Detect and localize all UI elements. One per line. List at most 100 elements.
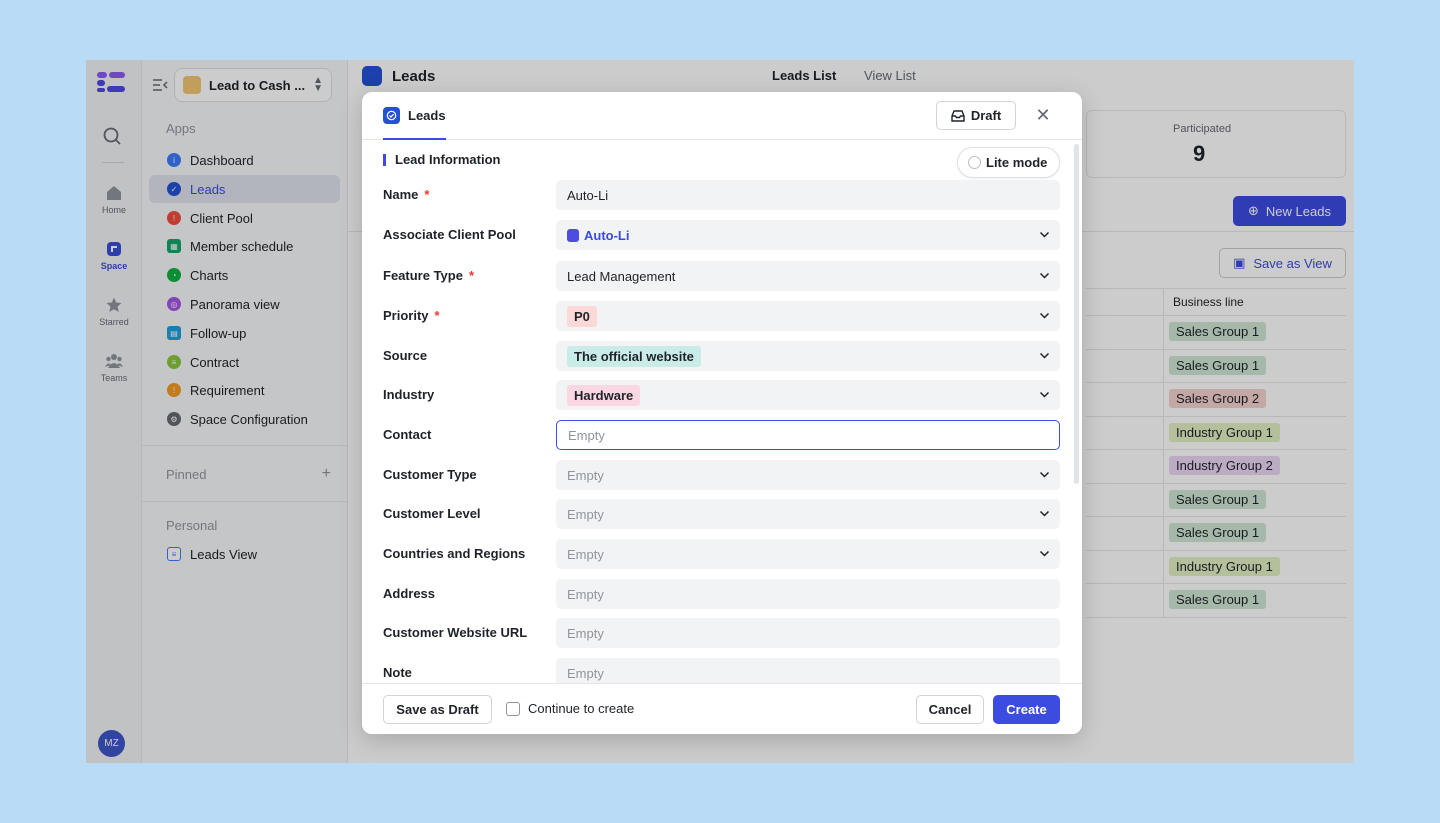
field-label: Customer Type: [383, 467, 477, 482]
field-customer-website-url: Customer Website URL Empty: [362, 618, 1082, 648]
chevron-down-icon: [1039, 510, 1050, 517]
placeholder: Empty: [567, 506, 604, 522]
field-label: Feature Type *: [383, 268, 474, 283]
field-note: Note Empty: [362, 658, 1082, 683]
modal-body: Lead Information Lite mode Name * Auto-Li A…: [362, 140, 1082, 683]
client-pool-link[interactable]: Auto-Li: [567, 228, 629, 243]
save-as-draft-button[interactable]: Save as Draft: [383, 695, 492, 724]
customer-type-input[interactable]: Empty: [556, 460, 1060, 490]
field-label: Name *: [383, 187, 429, 202]
chevron-down-icon: [1039, 352, 1050, 359]
scrollbar[interactable]: [1074, 144, 1079, 484]
field-label-text: Associate Client Pool: [383, 227, 516, 242]
field-label: Industry: [383, 387, 434, 402]
address-input[interactable]: Empty: [556, 579, 1060, 609]
field-label-text: Countries and Regions: [383, 546, 526, 561]
required-marker: *: [424, 187, 430, 202]
continue-to-create-option[interactable]: Continue to create: [506, 701, 634, 716]
industry-input[interactable]: Hardware: [556, 380, 1060, 410]
contact-input[interactable]: Empty: [556, 420, 1060, 450]
field-label: Countries and Regions: [383, 546, 525, 561]
field-name: Name * Auto-Li: [362, 180, 1082, 210]
field-label-text: Customer Type: [383, 467, 477, 482]
name-input[interactable]: Auto-Li: [556, 180, 1060, 210]
field-countries-and-regions: Countries and Regions Empty: [362, 539, 1082, 569]
checkbox[interactable]: [506, 701, 520, 716]
modal-footer: Save as Draft Continue to create Cancel …: [362, 683, 1082, 734]
required-marker: *: [468, 268, 475, 283]
field-label: Address: [383, 586, 435, 601]
placeholder: Empty: [567, 467, 604, 483]
new-lead-modal: Leads Draft ✕ Lead Information Lite mode…: [362, 92, 1082, 734]
field-value: Auto-Li: [567, 187, 609, 203]
field-value: Lead Management: [567, 268, 676, 284]
feature-type-input[interactable]: Lead Management: [556, 261, 1060, 291]
placeholder: Empty: [568, 427, 605, 443]
tab-leads[interactable]: Leads: [383, 92, 446, 140]
chevron-down-icon: [1039, 391, 1050, 398]
modal-tab-label: Leads: [408, 107, 446, 123]
note-input[interactable]: Empty: [556, 658, 1060, 683]
field-value: Auto-Li: [584, 227, 630, 243]
field-customer-level: Customer Level Empty: [362, 499, 1082, 529]
field-label-text: Industry: [383, 387, 435, 402]
option-chip: P0: [567, 305, 597, 327]
inbox-icon: [951, 109, 965, 122]
modal-header: Leads Draft ✕: [362, 92, 1082, 140]
lite-mode-toggle[interactable]: Lite mode: [957, 147, 1060, 178]
chevron-down-icon: [1039, 312, 1050, 319]
placeholder: Empty: [567, 546, 604, 562]
field-label-text: Customer Website URL: [383, 625, 528, 640]
field-label-text: Address: [383, 586, 436, 601]
continue-label: Continue to create: [528, 701, 635, 716]
option-chip: Hardware: [567, 384, 641, 406]
field-label-text: Feature Type: [383, 268, 463, 283]
field-associate-client-pool: Associate Client Pool Auto-Li: [362, 220, 1082, 250]
placeholder: Empty: [567, 586, 604, 602]
priority-input[interactable]: P0: [556, 301, 1060, 331]
placeholder: Empty: [567, 625, 604, 641]
field-contact: Contact Empty: [362, 420, 1082, 450]
field-address: Address Empty: [362, 579, 1082, 609]
field-label: Source: [383, 348, 427, 363]
leads-icon: [383, 106, 400, 124]
field-source: Source The official website: [362, 341, 1082, 371]
chevron-down-icon: [1039, 550, 1050, 557]
countries-and-regions-input[interactable]: Empty: [556, 539, 1060, 569]
field-label-text: Note: [383, 665, 412, 680]
field-label: Note: [383, 665, 412, 680]
field-label: Customer Level: [383, 506, 481, 521]
radio-icon: [968, 156, 981, 169]
source-input[interactable]: The official website: [556, 341, 1060, 371]
draft-button[interactable]: Draft: [936, 101, 1016, 130]
field-label: Customer Website URL: [383, 625, 527, 640]
field-label: Associate Client Pool: [383, 227, 516, 242]
field-feature-type: Feature Type * Lead Management: [362, 261, 1082, 291]
customer-website-url-input[interactable]: Empty: [556, 618, 1060, 648]
field-label: Priority *: [383, 308, 440, 323]
field-customer-type: Customer Type Empty: [362, 460, 1082, 490]
lite-mode-label: Lite mode: [986, 155, 1048, 170]
field-label-text: Source: [383, 348, 428, 363]
create-button[interactable]: Create: [993, 695, 1060, 724]
close-icon[interactable]: ✕: [1034, 106, 1052, 124]
field-label-text: Contact: [383, 427, 432, 442]
option-chip: The official website: [567, 345, 701, 367]
chevron-down-icon: [1039, 471, 1050, 478]
customer-level-input[interactable]: Empty: [556, 499, 1060, 529]
field-label-text: Priority: [383, 308, 429, 323]
cancel-button[interactable]: Cancel: [916, 695, 984, 724]
section-title: Lead Information: [383, 153, 500, 166]
associate-client-pool-input[interactable]: Auto-Li: [556, 220, 1060, 250]
pool-icon: [567, 228, 579, 242]
chevron-down-icon: [1039, 272, 1050, 279]
field-label: Contact: [383, 427, 431, 442]
field-label-text: Name: [383, 187, 419, 202]
field-priority: Priority * P0: [362, 301, 1082, 331]
required-marker: *: [434, 308, 440, 323]
placeholder: Empty: [567, 665, 604, 681]
draft-label: Draft: [970, 108, 1002, 123]
chevron-down-icon: [1039, 231, 1050, 238]
field-industry: Industry Hardware: [362, 380, 1082, 410]
field-label-text: Customer Level: [383, 506, 481, 521]
